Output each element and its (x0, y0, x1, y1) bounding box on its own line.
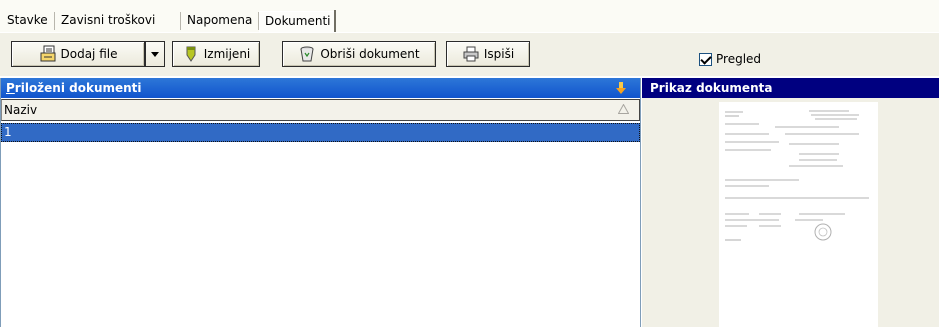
add-file-dropdown-button[interactable] (145, 41, 165, 67)
document-preview-image (719, 102, 878, 327)
print-button[interactable]: Ispiši (446, 41, 530, 67)
attachments-title: riloženi dokumenti (14, 81, 142, 95)
add-file-label: Dodaj file (60, 47, 118, 61)
tab-zavisni-troskovi[interactable]: Zavisni troškovi (56, 11, 160, 32)
add-file-icon (39, 45, 57, 63)
preview-panel-header: Prikaz dokumenta (642, 78, 939, 98)
table-row[interactable]: 1 (1, 123, 640, 142)
preview-checkbox[interactable] (699, 52, 712, 66)
toolbar: Dodaj file Izmijeni Obriši dokument Ispi… (0, 32, 939, 76)
chevron-down-icon (151, 51, 159, 57)
collapse-arrow-icon[interactable] (616, 82, 626, 94)
tab-strip: Stavke Zavisni troškovi Napomena Dokumen… (0, 0, 939, 32)
tab-dokumenti[interactable]: Dokumenti (259, 11, 336, 32)
preview-toggle[interactable]: Pregled (699, 52, 761, 66)
attachments-title-prefix: P (6, 81, 15, 95)
recycle-bin-icon (298, 45, 316, 63)
table-cell-naziv: 1 (4, 125, 12, 139)
attachments-panel: Priloženi dokumenti Naziv 1 (0, 78, 641, 327)
edit-label: Izmijeni (203, 47, 251, 61)
preview-checkbox-label: Pregled (716, 52, 762, 66)
attachments-panel-header: Priloženi dokumenti (1, 78, 640, 98)
edit-icon (182, 45, 200, 63)
preview-panel: Prikaz dokumenta (642, 78, 939, 327)
tab-separator (54, 12, 55, 30)
tab-separator (180, 12, 181, 30)
delete-document-button[interactable]: Obriši dokument (282, 41, 436, 67)
sort-ascending-icon (618, 104, 629, 114)
printer-icon (462, 45, 480, 63)
add-file-button[interactable]: Dodaj file (11, 41, 145, 67)
edit-button[interactable]: Izmijeni (172, 41, 260, 67)
tab-separator (334, 10, 336, 32)
column-header-naziv[interactable]: Naziv (1, 99, 640, 121)
delete-document-label: Obriši dokument (320, 47, 420, 61)
column-header-naziv-label: Naziv (4, 103, 38, 117)
tab-stavke[interactable]: Stavke (2, 11, 53, 32)
print-label: Ispiši (483, 47, 515, 61)
tab-napomena[interactable]: Napomena (182, 11, 257, 32)
